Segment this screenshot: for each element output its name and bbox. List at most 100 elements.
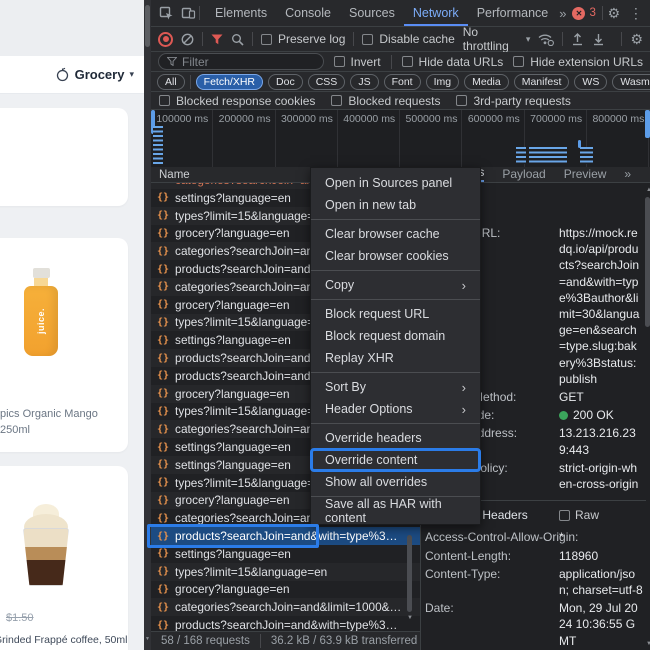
raw-checkbox[interactable]: Raw [559,507,599,523]
more-tabs-icon[interactable]: » [559,7,566,20]
error-badge[interactable]: ✕ 3 [572,6,596,20]
tab-elements[interactable]: Elements [206,0,276,26]
hide-data-urls-checkbox[interactable]: Hide data URLs [401,55,503,69]
tab-console[interactable]: Console [276,0,340,26]
product-name: Grinded Frappé coffee, 50ml [0,634,128,646]
submenu-arrow-icon: › [461,401,466,417]
inspect-element-icon[interactable] [155,6,177,21]
filter-chip-media[interactable]: Media [464,73,509,90]
tab-network[interactable]: Network [403,0,468,26]
menu-divider [311,372,480,373]
menu-item-label: Show all overrides [325,475,428,489]
network-request-row[interactable]: {} settings?language=en [151,544,420,563]
export-har-icon[interactable] [592,33,605,46]
product-card-mango-juice[interactable]: juice. pics Organic Mango 250ml [0,238,128,452]
context-menu-item-open-in-sources-panel[interactable]: Open in Sources panel [311,172,480,194]
checkbox[interactable] [456,95,468,106]
settings-gear-icon[interactable]: ⚙ [603,6,625,20]
context-menu-item-show-all-overrides[interactable]: Show all overrides [311,471,480,493]
filter-chip-wasm[interactable]: Wasm [612,73,650,90]
scroll-down-icon[interactable]: ▼ [405,615,415,621]
more-tabs-icon[interactable]: » [624,167,631,182]
filter-chip-img[interactable]: Img [425,73,460,90]
filter-chip-fetch-xhr[interactable]: Fetch/XHR [195,73,264,90]
context-menu-item-override-content[interactable]: Override content [310,448,481,472]
context-menu-item-clear-browser-cookies[interactable]: Clear browser cookies [311,245,480,267]
filter-funnel-icon[interactable] [211,34,223,45]
filter-chip-ws[interactable]: WS [574,73,608,90]
filter-chip-js[interactable]: JS [350,73,379,90]
network-conditions-icon[interactable] [538,33,555,46]
context-menu-item-block-request-url[interactable]: Block request URL [311,303,480,325]
network-request-row[interactable]: {} grocery?language=en [151,580,420,599]
checkbox[interactable] [333,56,345,67]
scroll-down-icon[interactable]: ▼ [644,641,650,647]
throttling-dropdown[interactable]: No throttling ▾ [463,25,531,53]
network-request-row[interactable]: {} categories?searchJoin=and&limit=1000&l… [151,598,420,617]
xhr-icon: {} [157,263,170,275]
product-card-frappe[interactable]: $1.50 Grinded Frappé coffee, 50ml [0,466,128,650]
context-menu-item-header-options[interactable]: Header Options › [311,398,480,420]
context-menu-item-replay-xhr[interactable]: Replay XHR [311,347,480,369]
checkbox[interactable] [331,95,343,106]
blocked-requests-checkbox[interactable]: Blocked requests [331,94,440,108]
details-scrollbar-thumb[interactable] [645,197,650,327]
hide-extension-urls-checkbox[interactable]: Hide extension URLs [513,55,643,69]
xhr-icon: {} [157,530,170,542]
context-menu-item-open-in-new-tab[interactable]: Open in new tab [311,194,480,216]
timeline-overview[interactable]: 100000 ms 200000 ms 300000 ms 400000 ms 5000… [151,110,650,168]
timeline-handle[interactable] [645,110,650,138]
page-scrollbar-thumb[interactable] [145,5,150,47]
details-tab-payload[interactable]: Payload [502,167,545,182]
checkbox[interactable] [261,33,272,45]
record-icon[interactable] [158,31,173,47]
divider [562,32,564,46]
filter-chip-font[interactable]: Font [383,73,421,90]
search-icon[interactable] [231,33,244,46]
3rd-party-requests-checkbox[interactable]: 3rd-party requests [456,94,571,108]
scroll-down-icon[interactable]: ▼ [144,636,151,642]
menu-item-label: Copy [325,278,355,292]
context-menu-item-sort-by[interactable]: Sort By › [311,376,480,398]
preserve-log-checkbox[interactable]: Preserve log [261,32,345,46]
store-switcher[interactable]: Grocery ▾ [0,56,144,94]
import-har-icon[interactable] [571,32,584,46]
context-menu-item-override-headers[interactable]: Override headers [311,427,480,449]
filter-chip-css[interactable]: CSS [307,73,346,90]
checkbox[interactable] [362,33,374,45]
blocked-response-cookies-checkbox[interactable]: Blocked response cookies [159,94,315,108]
network-request-row[interactable]: {} products?searchJoin=and&with=type%3Bau… [151,527,420,545]
store-menu-label[interactable]: Grocery [75,67,125,82]
invert-checkbox[interactable]: Invert [333,55,381,69]
details-tab-preview[interactable]: Preview [564,167,607,182]
raw-label: Raw [575,508,600,523]
menu-divider [311,270,480,271]
network-settings-gear-icon[interactable]: ⚙ [630,32,643,46]
context-menu-item-block-request-domain[interactable]: Block request domain [311,325,480,347]
web-page: Grocery ▾ juice. pics Organic Mango 250m… [0,0,144,650]
filter-chip-manifest[interactable]: Manifest [513,73,570,90]
tab-sources[interactable]: Sources [340,0,404,26]
checkbox[interactable] [159,95,170,106]
timeline-activity-bars [516,147,526,164]
context-menu-item-copy[interactable]: Copy › [311,274,480,296]
context-menu-item-save-all-as-har-with-content[interactable]: Save all as HAR with content [311,497,480,525]
tab-performance[interactable]: Performance [468,0,558,26]
checkbox[interactable] [559,509,570,521]
filter-chip-all[interactable]: All [157,73,185,90]
network-request-row[interactable]: {} products?searchJoin=and&with=type%3Bau… [151,616,420,631]
kebab-menu-icon[interactable]: ⋮ [625,6,647,20]
network-request-row[interactable]: {} types?limit=15&language=en [151,562,420,581]
clear-icon[interactable] [181,33,194,46]
checkbox[interactable] [401,56,413,67]
filter-input[interactable]: Filter [158,53,324,70]
context-menu-item-clear-browser-cache[interactable]: Clear browser cache [311,223,480,245]
checkbox[interactable] [513,56,525,67]
filter-chip-doc[interactable]: Doc [268,73,303,90]
disable-cache-checkbox[interactable]: Disable cache [362,32,455,46]
empty-card[interactable] [0,108,128,206]
scroll-up-icon[interactable]: ▲ [644,187,650,193]
list-scrollbar-thumb[interactable] [407,535,412,612]
device-toolbar-icon[interactable] [177,6,199,20]
page-scrollbar[interactable]: ▼ [144,0,151,650]
